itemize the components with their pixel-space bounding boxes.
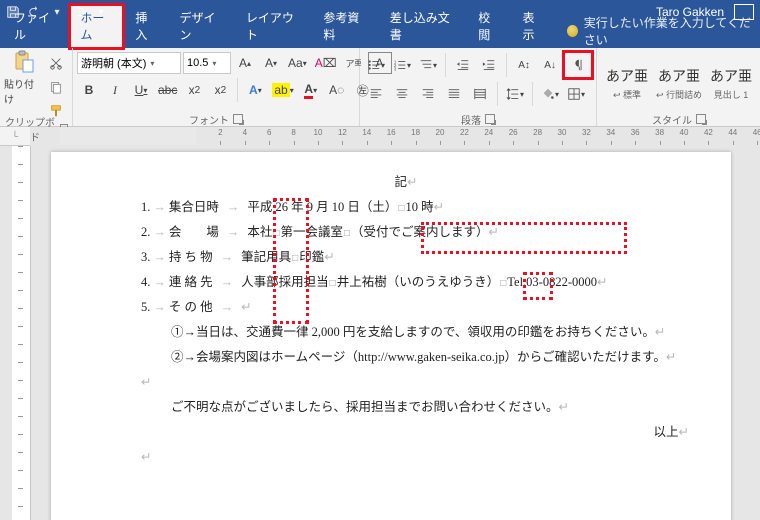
justify-button[interactable]	[442, 83, 466, 105]
numbering-button[interactable]: 123▾	[390, 54, 414, 76]
styles-dialog-launcher[interactable]	[696, 114, 706, 124]
doc-row-3: 3.→持 ち 物→筆記用具□印鑑↵	[111, 245, 701, 270]
bullets-button[interactable]: ▾	[364, 54, 388, 76]
copy-button[interactable]	[44, 76, 68, 98]
tab-layout[interactable]: レイアウト	[236, 5, 311, 48]
redo-icon[interactable]	[72, 5, 86, 19]
distributed-button[interactable]	[468, 83, 492, 105]
borders-button[interactable]: ▾	[564, 83, 588, 105]
group-clipboard: 貼り付け クリップボード	[0, 48, 73, 126]
group-font-label: フォント	[189, 112, 229, 127]
doc-note-2: ②→会場案内図はホームページ（http://www.gaken-seika.co…	[111, 345, 701, 370]
doc-row-1: 1.→集合日時→平成 26 年 9 月 10 日（土）□10 時↵	[111, 195, 701, 220]
tab-mailings[interactable]: 差し込み文書	[380, 5, 467, 48]
group-font: 游明朝 (本文)▾ 10.5▾ A▴ A▾ Aa▾ A⌧ ア亜 A B I U▾…	[73, 48, 360, 126]
doc-note-1: ①→当日は、交通費一律 2,000 円を支給しますので、領収用の印鑑をお持ちくだ…	[111, 320, 701, 345]
underline-button[interactable]: U▾	[129, 79, 153, 101]
sort-button[interactable]: A↓	[538, 54, 562, 76]
strikethrough-button[interactable]: abc	[155, 79, 180, 101]
style-item-2[interactable]: あア亜見出し 1	[705, 60, 757, 106]
decrease-indent-button[interactable]	[451, 54, 475, 76]
text-direction-button[interactable]: A↕	[512, 54, 536, 76]
doc-heading: 記	[395, 175, 408, 189]
ribbon-tabs: ファイル ホーム 挿入 デザイン レイアウト 参考資料 差し込み文書 校閲 表示…	[0, 24, 760, 48]
doc-row-2: 2.→会 場→本社□第一会議室□（受付でご案内します）↵	[111, 220, 701, 245]
page[interactable]: 記↵ 1.→集合日時→平成 26 年 9 月 10 日（土）□10 時↵2.→会…	[51, 152, 731, 520]
tab-insert[interactable]: 挿入	[125, 5, 167, 48]
show-hide-marks-button[interactable]	[564, 52, 592, 78]
subscript-button[interactable]: x2	[182, 79, 206, 101]
shading-button[interactable]: ▾	[538, 83, 562, 105]
doc-row-4: 4.→連 絡 先→人事部採用担当□井上祐樹（いのうえゆうき）□Tel.03-08…	[111, 270, 701, 295]
save-icon[interactable]	[6, 5, 20, 19]
font-face-combo[interactable]: 游明朝 (本文)▾	[77, 52, 181, 74]
clear-formatting-button[interactable]: A⌧	[312, 52, 340, 74]
paste-button[interactable]: 貼り付け	[4, 50, 42, 106]
bulb-icon	[567, 25, 578, 37]
doc-closing: ご不明な点がございましたら、採用担当までお問い合わせください。↵	[111, 395, 701, 420]
font-size-value: 10.5	[187, 57, 208, 69]
document-area: 記↵ 1.→集合日時→平成 26 年 9 月 10 日（土）□10 時↵2.→会…	[0, 146, 760, 520]
increase-indent-button[interactable]	[477, 54, 501, 76]
change-case-button[interactable]: Aa▾	[285, 52, 310, 74]
character-shading-button[interactable]: A◌	[325, 79, 349, 101]
style-item-0[interactable]: あア亜↩ 標準	[601, 60, 653, 106]
grow-font-button[interactable]: A▴	[233, 52, 257, 74]
bold-button[interactable]: B	[77, 79, 101, 101]
style-item-1[interactable]: あア亜↩ 行間詰め	[653, 60, 705, 106]
paste-label: 貼り付け	[4, 76, 42, 106]
superscript-button[interactable]: x2	[208, 79, 232, 101]
tab-design[interactable]: デザイン	[170, 5, 234, 48]
doc-end: 以上↵	[111, 420, 701, 445]
font-face-value: 游明朝 (本文)	[81, 55, 146, 71]
ruler-corner: └	[0, 127, 30, 146]
font-dialog-launcher[interactable]	[233, 114, 243, 124]
group-paragraph-label: 段落	[461, 112, 481, 127]
line-spacing-button[interactable]: ▾	[503, 83, 527, 105]
align-right-button[interactable]	[416, 83, 440, 105]
group-styles-label: スタイル	[652, 112, 692, 127]
tab-view[interactable]: 表示	[512, 5, 554, 48]
ribbon: 貼り付け クリップボード 游明朝 (本文)▾ 10.5▾ A▴ A▾ Aa▾ A…	[0, 48, 760, 127]
undo-dropdown-icon[interactable]: ▾	[50, 5, 64, 19]
group-paragraph: ▾ 123▾ ▾ A↕ A↓ ▾	[360, 48, 597, 126]
multilevel-list-button[interactable]: ▾	[416, 54, 440, 76]
undo-icon[interactable]	[28, 5, 42, 19]
tell-me-placeholder: 実行したい作業を入力してください	[584, 14, 760, 48]
tell-me[interactable]: 実行したい作業を入力してください	[567, 14, 760, 48]
font-color-button[interactable]: A▾	[299, 79, 323, 101]
cut-button[interactable]	[44, 52, 68, 74]
qat-customize-icon[interactable]: ▾	[94, 5, 108, 19]
align-center-button[interactable]	[390, 83, 414, 105]
paragraph-dialog-launcher[interactable]	[485, 114, 495, 124]
group-styles: あア亜↩ 標準あア亜↩ 行間詰めあア亜見出し 1 スタイル	[597, 48, 760, 126]
shrink-font-button[interactable]: A▾	[259, 52, 283, 74]
doc-row-5: 5.→そ の 他→↵	[111, 295, 701, 320]
text-effects-button[interactable]: A▾	[243, 79, 267, 101]
font-size-combo[interactable]: 10.5▾	[183, 52, 231, 74]
tab-review[interactable]: 校閲	[468, 5, 510, 48]
highlight-button[interactable]: ab▾	[269, 79, 296, 101]
vertical-ruler[interactable]	[12, 146, 31, 520]
italic-button[interactable]: I	[103, 79, 127, 101]
align-left-button[interactable]	[364, 83, 388, 105]
svg-text:3: 3	[394, 66, 397, 71]
tab-references[interactable]: 参考資料	[313, 5, 377, 48]
